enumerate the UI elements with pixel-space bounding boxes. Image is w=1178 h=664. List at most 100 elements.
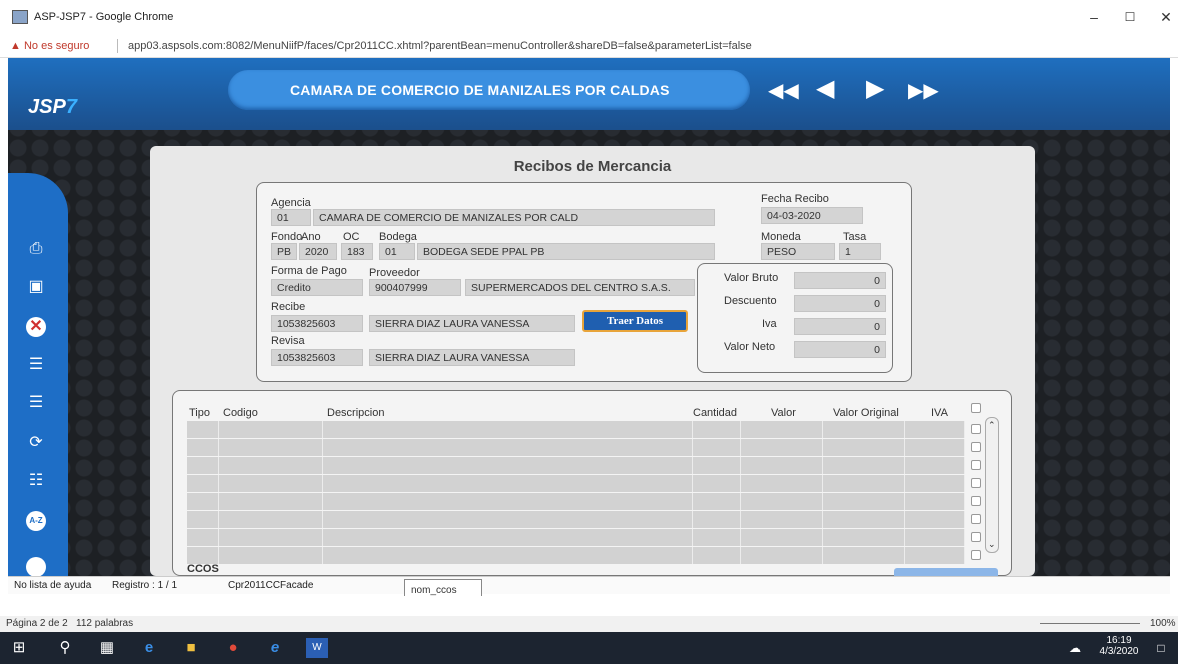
table-cell[interactable] bbox=[905, 439, 965, 456]
table-row[interactable] bbox=[187, 439, 981, 456]
recibe-name-field[interactable]: SIERRA DIAZ LAURA VANESSA bbox=[369, 315, 575, 332]
table-cell[interactable] bbox=[905, 421, 965, 438]
valor-bruto-field[interactable]: 0 bbox=[794, 272, 886, 289]
row-checkbox[interactable] bbox=[971, 496, 981, 506]
proveedor-nit-field[interactable]: 900407999 bbox=[369, 279, 461, 296]
table-cell[interactable] bbox=[693, 547, 741, 564]
table-cell[interactable] bbox=[693, 529, 741, 546]
table-cell[interactable] bbox=[823, 493, 905, 510]
table-cell[interactable] bbox=[219, 547, 323, 564]
table-cell[interactable] bbox=[323, 529, 693, 546]
table-cell[interactable] bbox=[219, 511, 323, 528]
table-cell[interactable] bbox=[187, 475, 219, 492]
table-row[interactable] bbox=[187, 511, 981, 528]
table-cell[interactable] bbox=[187, 457, 219, 474]
close-button[interactable]: ✕ bbox=[1156, 8, 1176, 26]
cloud-icon[interactable]: ☁ bbox=[1064, 638, 1086, 658]
table-cell[interactable] bbox=[219, 475, 323, 492]
traer-datos-button[interactable]: Traer Datos bbox=[582, 310, 688, 332]
print-icon[interactable]: ⎙ bbox=[26, 239, 46, 259]
table-cell[interactable] bbox=[905, 547, 965, 564]
add-database-icon[interactable]: ☰ bbox=[26, 355, 46, 375]
first-record-icon[interactable]: ◀◀ bbox=[768, 78, 799, 103]
last-record-icon[interactable]: ▶▶ bbox=[908, 78, 939, 103]
clock[interactable]: 16:19 4/3/2020 bbox=[1096, 635, 1142, 657]
next-record-icon[interactable]: ▶ bbox=[866, 74, 884, 103]
table-cell[interactable] bbox=[187, 547, 219, 564]
table-cell[interactable] bbox=[323, 475, 693, 492]
url-text[interactable]: app03.aspsols.com:8082/MenuNiifP/faces/C… bbox=[128, 40, 752, 52]
minimize-button[interactable]: – bbox=[1084, 8, 1104, 26]
maximize-button[interactable]: ☐ bbox=[1120, 8, 1140, 26]
sort-az-icon[interactable]: A-Z bbox=[26, 511, 46, 531]
forma-pago-field[interactable]: Credito bbox=[271, 279, 363, 296]
table-cell[interactable] bbox=[823, 529, 905, 546]
table-row[interactable] bbox=[187, 475, 981, 492]
table-cell[interactable] bbox=[323, 493, 693, 510]
table-cell[interactable] bbox=[323, 547, 693, 564]
table-cell[interactable] bbox=[693, 439, 741, 456]
bodega-name-field[interactable]: BODEGA SEDE PPAL PB bbox=[417, 243, 715, 260]
row-checkbox[interactable] bbox=[971, 424, 981, 434]
table-cell[interactable] bbox=[823, 457, 905, 474]
table-cell[interactable] bbox=[823, 439, 905, 456]
task-view-icon[interactable]: ▦ bbox=[96, 638, 118, 658]
file-explorer-icon[interactable]: ■ bbox=[180, 638, 202, 658]
refresh-icon[interactable]: ⟳ bbox=[26, 433, 46, 453]
row-checkbox[interactable] bbox=[971, 460, 981, 470]
table-cell[interactable] bbox=[905, 529, 965, 546]
table-cell[interactable] bbox=[905, 475, 965, 492]
table-row[interactable] bbox=[187, 421, 981, 438]
scroll-up-icon[interactable]: ⌃ bbox=[988, 420, 996, 431]
previous-record-icon[interactable]: ◀ bbox=[816, 74, 834, 103]
table-cell[interactable] bbox=[693, 475, 741, 492]
moneda-field[interactable]: PESO bbox=[761, 243, 835, 260]
table-cell[interactable] bbox=[187, 421, 219, 438]
table-cell[interactable] bbox=[187, 529, 219, 546]
table-cell[interactable] bbox=[823, 421, 905, 438]
internet-explorer-icon[interactable]: e bbox=[264, 638, 286, 658]
row-checkbox[interactable] bbox=[971, 442, 981, 452]
table-cell[interactable] bbox=[323, 511, 693, 528]
table-cell[interactable] bbox=[823, 475, 905, 492]
table-row[interactable] bbox=[187, 529, 981, 546]
delete-icon[interactable]: ✕ bbox=[26, 317, 46, 337]
chrome-icon[interactable]: ● bbox=[222, 638, 244, 658]
table-row[interactable] bbox=[187, 493, 981, 510]
valor-neto-field[interactable]: 0 bbox=[794, 341, 886, 358]
search-icon[interactable]: ⚲ bbox=[54, 638, 76, 658]
table-cell[interactable] bbox=[693, 457, 741, 474]
zoom-slider[interactable] bbox=[1040, 623, 1140, 624]
table-cell[interactable] bbox=[323, 457, 693, 474]
fondo-field[interactable]: PB bbox=[271, 243, 297, 260]
revisa-name-field[interactable]: SIERRA DIAZ LAURA VANESSA bbox=[369, 349, 575, 366]
table-cell[interactable] bbox=[741, 421, 823, 438]
recibe-id-field[interactable]: 1053825603 bbox=[271, 315, 363, 332]
iva-field[interactable]: 0 bbox=[794, 318, 886, 335]
table-cell[interactable] bbox=[741, 493, 823, 510]
remove-database-icon[interactable]: ☰ bbox=[26, 393, 46, 413]
table-cell[interactable] bbox=[693, 421, 741, 438]
table-cell[interactable] bbox=[219, 439, 323, 456]
table-cell[interactable] bbox=[741, 547, 823, 564]
ano-field[interactable]: 2020 bbox=[299, 243, 337, 260]
row-checkbox[interactable] bbox=[971, 514, 981, 524]
word-icon[interactable]: W bbox=[306, 638, 328, 658]
table-cell[interactable] bbox=[187, 511, 219, 528]
row-checkbox[interactable] bbox=[971, 550, 981, 560]
table-row[interactable] bbox=[187, 547, 981, 564]
agencia-name-field[interactable]: CAMARA DE COMERCIO DE MANIZALES POR CALD bbox=[313, 209, 715, 226]
row-checkbox[interactable] bbox=[971, 532, 981, 542]
search-document-icon[interactable]: ☷ bbox=[26, 471, 46, 491]
edge-icon[interactable]: e bbox=[138, 638, 160, 658]
table-cell[interactable] bbox=[741, 457, 823, 474]
address-bar[interactable]: ▲ No es seguro app03.aspsols.com:8082/Me… bbox=[0, 36, 1178, 58]
table-cell[interactable] bbox=[219, 493, 323, 510]
table-cell[interactable] bbox=[823, 547, 905, 564]
table-cell[interactable] bbox=[323, 439, 693, 456]
tasa-field[interactable]: 1 bbox=[839, 243, 881, 260]
table-cell[interactable] bbox=[187, 439, 219, 456]
proveedor-name-field[interactable]: SUPERMERCADOS DEL CENTRO S.A.S. bbox=[465, 279, 695, 296]
revisa-id-field[interactable]: 1053825603 bbox=[271, 349, 363, 366]
agencia-code-field[interactable]: 01 bbox=[271, 209, 311, 226]
